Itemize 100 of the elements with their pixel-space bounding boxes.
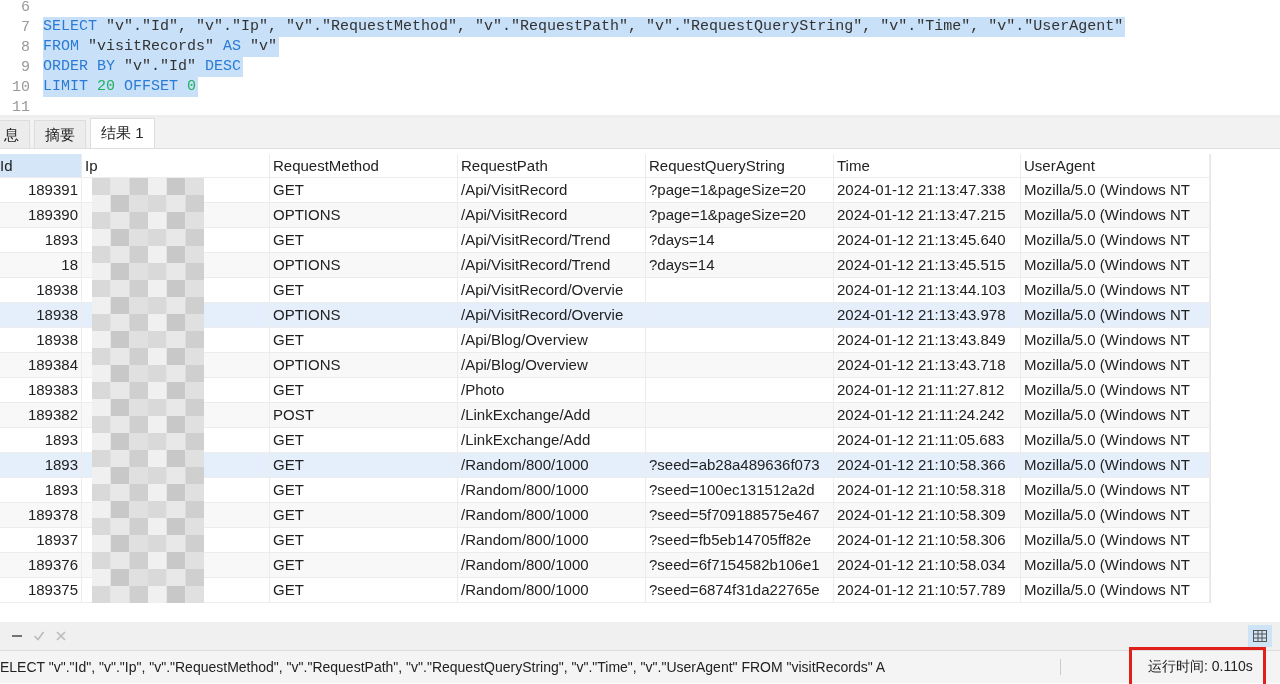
- table-row[interactable]: 189382 POST /LinkExchange/Add 2024-01-12 21:11:24.242 Mozilla/5.0 (Windows NT: [0, 403, 1210, 428]
- grid-view-button[interactable]: [1248, 625, 1272, 647]
- table-cell: GET: [270, 578, 458, 602]
- table-cell: 189376: [0, 553, 82, 577]
- table-cell: OPTIONS: [270, 203, 458, 227]
- table-row[interactable]: 18938 OPTIONS /Api/VisitRecord/Overvie 2024-01-12 21:13:43.978 Mozilla/5.0 (Windows NT: [0, 303, 1210, 328]
- table-cell: 2024-01-12 21:10:58.034: [834, 553, 1021, 577]
- table-cell: 2024-01-12 21:13:47.215: [834, 203, 1021, 227]
- column-header[interactable]: Ip: [82, 154, 270, 177]
- table-cell: 1893: [0, 428, 82, 452]
- table-cell: 2024-01-12 21:11:05.683: [834, 428, 1021, 452]
- table-cell: Mozilla/5.0 (Windows NT: [1021, 503, 1210, 527]
- table-cell: ?seed=fb5eb14705ff82e: [646, 528, 834, 552]
- table-cell: /Api/VisitRecord/Overvie: [458, 278, 646, 302]
- table-cell: 18938: [0, 328, 82, 352]
- table-row[interactable]: 189390 OPTIONS /Api/VisitRecord ?page=1&pageSize=20 2024-01-12 21:13:47.215 Mozilla/5.0 (Windows NT: [0, 203, 1210, 228]
- table-cell: 189391: [0, 178, 82, 202]
- table-cell: /Api/VisitRecord/Trend: [458, 228, 646, 252]
- table-cell: Mozilla/5.0 (Windows NT: [1021, 378, 1210, 402]
- column-header[interactable]: Id: [0, 154, 82, 177]
- grid-icon: [1253, 630, 1267, 642]
- table-cell: Mozilla/5.0 (Windows NT: [1021, 253, 1210, 277]
- table-cell: 2024-01-12 21:13:43.849: [834, 328, 1021, 352]
- table-cell: /LinkExchange/Add: [458, 403, 646, 427]
- table-cell: Mozilla/5.0 (Windows NT: [1021, 203, 1210, 227]
- column-header[interactable]: RequestQueryString: [646, 154, 834, 177]
- table-cell: OPTIONS: [270, 253, 458, 277]
- table-cell: /Random/800/1000: [458, 578, 646, 602]
- table-cell: 2024-01-12 21:11:27.812: [834, 378, 1021, 402]
- table-cell: Mozilla/5.0 (Windows NT: [1021, 278, 1210, 302]
- column-header[interactable]: RequestMethod: [270, 154, 458, 177]
- column-header[interactable]: RequestPath: [458, 154, 646, 177]
- table-cell: 18937: [0, 528, 82, 552]
- line-number: 8: [20, 38, 31, 56]
- tab[interactable]: 结果 1: [90, 118, 155, 148]
- line-number: 7: [20, 18, 31, 36]
- table-cell: GET: [270, 178, 458, 202]
- table-cell: 18938: [0, 278, 82, 302]
- table-cell: Mozilla/5.0 (Windows NT: [1021, 553, 1210, 577]
- table-cell: Mozilla/5.0 (Windows NT: [1021, 328, 1210, 352]
- table-cell: /Photo: [458, 378, 646, 402]
- table-cell: 2024-01-12 21:10:58.318: [834, 478, 1021, 502]
- table-cell: GET: [270, 478, 458, 502]
- line-number: 6: [20, 0, 31, 16]
- table-row[interactable]: 189376 GET /Random/800/1000 ?seed=6f7154582b106e1 2024-01-12 21:10:58.034 Mozilla/5.0 (Windows NT: [0, 553, 1210, 578]
- table-cell: /Api/VisitRecord/Overvie: [458, 303, 646, 327]
- table-cell: 2024-01-12 21:13:43.718: [834, 353, 1021, 377]
- table-cell: ?days=14: [646, 253, 834, 277]
- table-cell: ?seed=100ec131512a2d: [646, 478, 834, 502]
- table-cell: 1893: [0, 478, 82, 502]
- table-cell: Mozilla/5.0 (Windows NT: [1021, 453, 1210, 477]
- table-cell: 189390: [0, 203, 82, 227]
- table-cell: Mozilla/5.0 (Windows NT: [1021, 428, 1210, 452]
- table-cell: 2024-01-12 21:13:44.103: [834, 278, 1021, 302]
- table-cell: GET: [270, 328, 458, 352]
- table-cell: ?days=14: [646, 228, 834, 252]
- table-cell: GET: [270, 553, 458, 577]
- table-cell: /LinkExchange/Add: [458, 428, 646, 452]
- table-row[interactable]: 18 OPTIONS /Api/VisitRecord/Trend ?days=14 2024-01-12 21:13:45.515 Mozilla/5.0 (Windows NT: [0, 253, 1210, 278]
- line-number: 9: [20, 58, 31, 76]
- check-icon[interactable]: [34, 631, 44, 641]
- table-cell: 18: [0, 253, 82, 277]
- tab[interactable]: 息: [0, 120, 30, 148]
- table-row[interactable]: 189378 GET /Random/800/1000 ?seed=5f709188575e467 2024-01-12 21:10:58.309 Mozilla/5.0 (Windows NT: [0, 503, 1210, 528]
- table-cell: GET: [270, 278, 458, 302]
- table-cell: 2024-01-12 21:13:47.338: [834, 178, 1021, 202]
- table-cell: /Random/800/1000: [458, 553, 646, 577]
- table-cell: 2024-01-12 21:11:24.242: [834, 403, 1021, 427]
- table-cell: GET: [270, 528, 458, 552]
- line-number: 11: [11, 98, 31, 115]
- table-cell: /Random/800/1000: [458, 503, 646, 527]
- table-cell: 189375: [0, 578, 82, 602]
- column-header[interactable]: Time: [834, 154, 1021, 177]
- table-cell: 2024-01-12 21:10:58.309: [834, 503, 1021, 527]
- table-row[interactable]: 189384 OPTIONS /Api/Blog/Overview 2024-01-12 21:13:43.718 Mozilla/5.0 (Windows NT: [0, 353, 1210, 378]
- table-cell: 189378: [0, 503, 82, 527]
- table-cell: GET: [270, 378, 458, 402]
- table-cell: ?seed=6f7154582b106e1: [646, 553, 834, 577]
- table-cell: 1893: [0, 453, 82, 477]
- runtime-label: 运行时间: 0.110s: [1129, 647, 1266, 684]
- table-cell: Mozilla/5.0 (Windows NT: [1021, 403, 1210, 427]
- tab[interactable]: 摘要: [34, 120, 86, 148]
- table-cell: 1893: [0, 228, 82, 252]
- table-cell: Mozilla/5.0 (Windows NT: [1021, 578, 1210, 602]
- table-cell: 189382: [0, 403, 82, 427]
- table-cell: 2024-01-12 21:13:45.515: [834, 253, 1021, 277]
- table-row[interactable]: 1893 GET /Random/800/1000 ?seed=ab28a489636f073 2024-01-12 21:10:58.366 Mozilla/5.0 (Windows NT: [0, 453, 1210, 478]
- table-cell: GET: [270, 453, 458, 477]
- table-cell: GET: [270, 428, 458, 452]
- query-text: ELECT "v"."Id", "v"."Ip", "v"."RequestMethod", "v"."RequestPath", "v"."RequestQueryString", "v"."Time", "v"."UserAgent" FROM "visitRecords" A: [0, 659, 1061, 675]
- table-cell: 189383: [0, 378, 82, 402]
- table-cell: /Random/800/1000: [458, 528, 646, 552]
- table-cell: Mozilla/5.0 (Windows NT: [1021, 353, 1210, 377]
- table-cell: /Random/800/1000: [458, 453, 646, 477]
- table-cell: 2024-01-12 21:10:57.789: [834, 578, 1021, 602]
- table-cell: 2024-01-12 21:10:58.306: [834, 528, 1021, 552]
- column-header[interactable]: UserAgent: [1021, 154, 1210, 177]
- table-cell: 2024-01-12 21:10:58.366: [834, 453, 1021, 477]
- table-cell: GET: [270, 503, 458, 527]
- table-cell: Mozilla/5.0 (Windows NT: [1021, 478, 1210, 502]
